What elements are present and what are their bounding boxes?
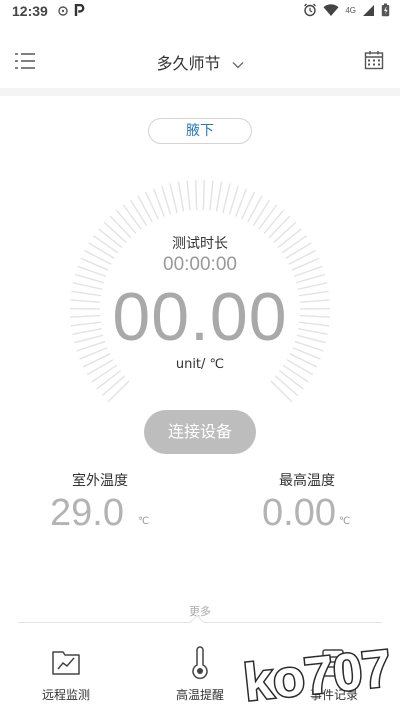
- max-temp-label: 最高温度: [279, 473, 335, 489]
- measure-position-button[interactable]: 腋下: [148, 118, 252, 144]
- status-time: 12:39: [12, 3, 48, 19]
- gauge-tick: [96, 370, 121, 390]
- page-title: 多久师节: [156, 54, 221, 73]
- gauge-tick: [263, 209, 284, 234]
- gauge-tick: [186, 180, 191, 211]
- nav-remote-monitor[interactable]: 远程监测: [16, 640, 116, 706]
- nav-fever-alert[interactable]: 高温提醒: [150, 640, 250, 706]
- gauge-tick: [274, 375, 299, 397]
- wifi-icon: [323, 3, 339, 16]
- thermometer-icon: [192, 646, 208, 680]
- gauge-tick: [209, 180, 214, 211]
- calendar-icon: [364, 51, 384, 70]
- gauge-tick: [169, 183, 178, 213]
- gauge-tick: [194, 180, 198, 211]
- test-duration-label: 测试时长: [172, 236, 228, 252]
- gauge-tick: [228, 185, 239, 215]
- connect-device-button[interactable]: 连接设备: [144, 410, 256, 454]
- calendar-button[interactable]: [364, 50, 384, 70]
- gauge-tick: [279, 370, 304, 390]
- gauge-tick: [116, 209, 137, 234]
- max-temp-unit: ℃: [339, 516, 351, 527]
- alarm-icon: [304, 3, 317, 17]
- battery-icon: [381, 3, 390, 17]
- parking-icon: [74, 4, 85, 16]
- monitor-chart-icon: [52, 651, 80, 675]
- watermark-logo: ko707: [240, 638, 396, 708]
- gauge-tick: [161, 185, 172, 215]
- gauge-tick: [107, 380, 130, 403]
- gauge-tick: [129, 199, 148, 226]
- network-type: 4G: [345, 5, 356, 15]
- outdoor-temp-label: 室外温度: [72, 473, 128, 489]
- watermark-text: ko707: [241, 639, 394, 708]
- chevron-down-icon: [232, 61, 244, 68]
- gauge-tick: [202, 180, 206, 211]
- outdoor-temp-unit: ℃: [138, 516, 150, 527]
- nav-fever-alert-label: 高温提醒: [175, 688, 224, 702]
- gauge-tick: [122, 204, 142, 230]
- temperature-reading: 00.00: [112, 279, 288, 355]
- outdoor-temp-value: 29.0: [50, 492, 124, 534]
- gauge-tick: [258, 204, 278, 230]
- gauge-tick: [222, 183, 231, 213]
- gauge-tick: [101, 375, 126, 397]
- max-temp-value: 0.00: [262, 492, 336, 534]
- gauge-tick: [247, 195, 263, 223]
- temperature-unit: unit/ ℃: [175, 357, 225, 372]
- sync-icon: [58, 5, 68, 16]
- more-toggle[interactable]: 更多: [0, 603, 400, 619]
- gauge-tick: [270, 380, 293, 403]
- gauge-tick: [215, 181, 223, 212]
- gauge-tick: [252, 199, 271, 226]
- status-bar: 12:39 4G: [0, 0, 400, 24]
- title-bar: 多久师节: [0, 24, 400, 96]
- test-duration-timer: 00:00:00: [163, 254, 237, 275]
- nav-remote-monitor-label: 远程监测: [41, 688, 90, 702]
- gauge-tick: [177, 181, 185, 212]
- signal-icon: [363, 4, 374, 16]
- gauge-tick: [137, 195, 153, 223]
- profile-selector[interactable]: 多久师节: [0, 50, 400, 74]
